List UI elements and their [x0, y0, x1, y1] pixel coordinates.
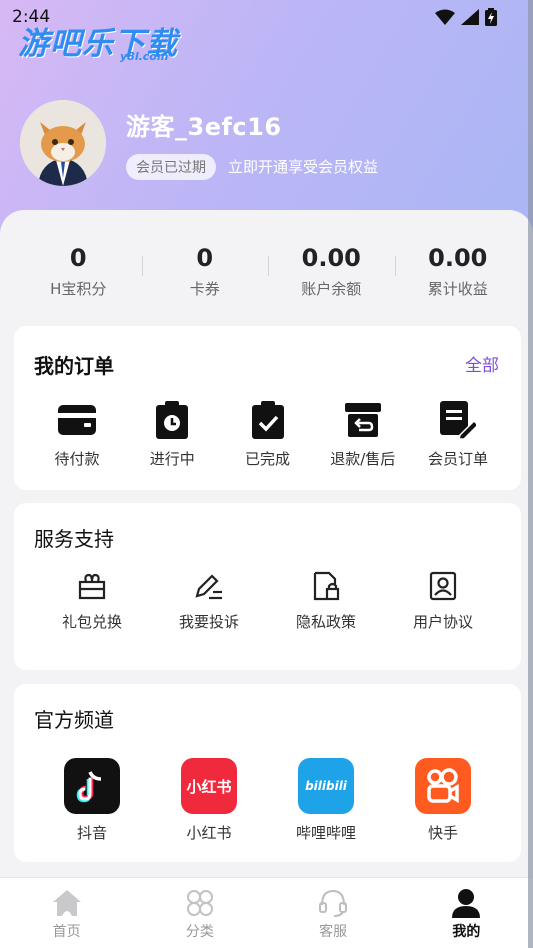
stat-value: 0: [69, 244, 87, 272]
service-complaint[interactable]: 我要投诉: [151, 569, 267, 632]
stat-balance[interactable]: 0.00 账户余额: [268, 240, 395, 310]
service-label: 隐私政策: [295, 613, 356, 631]
privacy-lock-icon: [313, 571, 340, 601]
document-edit-icon: [440, 401, 476, 439]
clipboard-clock-icon: [156, 401, 189, 439]
services-title: 服务支持: [34, 527, 114, 551]
douyin-icon: [64, 758, 120, 814]
xiaohongshu-icon: 小红书: [181, 758, 237, 814]
orders-view-all-link[interactable]: 全部: [465, 351, 499, 376]
channels-card: 官方频道 抖音 小红书 小红书 bilibili 哔哩哔哩 快手: [14, 684, 521, 862]
status-icons: [435, 8, 497, 26]
stat-value: 0: [196, 244, 214, 272]
vip-open-link[interactable]: 立即开通享受会员权益: [228, 156, 378, 177]
orders-card: 我的订单 全部 待付款 进行中 已完成 退款/售后 会员订单: [14, 326, 521, 490]
channel-kuaishou[interactable]: 快手: [385, 758, 501, 843]
stat-label: H宝积分: [50, 280, 107, 298]
stat-value: 0.00: [301, 244, 361, 272]
orders-title: 我的订单: [34, 354, 114, 378]
user-agreement-icon: [429, 571, 457, 601]
bottom-navigation: 首页 分类 客服 我的: [0, 877, 533, 948]
services-card: 服务支持 礼包兑换 我要投诉 隐私政策 用户协议: [14, 503, 521, 670]
nav-mine[interactable]: 我的: [400, 878, 533, 948]
scroll-edge: [528, 0, 533, 948]
order-pending-payment[interactable]: 待付款: [36, 400, 118, 469]
channel-label: 哔哩哔哩: [295, 824, 356, 842]
order-label: 会员订单: [427, 450, 488, 468]
home-icon: [52, 890, 81, 916]
order-label: 退款/售后: [330, 450, 396, 468]
stat-earnings[interactable]: 0.00 累计收益: [394, 240, 522, 310]
service-gift-redeem[interactable]: 礼包兑换: [34, 569, 150, 632]
profile-section[interactable]: 游客_3efc16 会员已过期 立即开通享受会员权益: [20, 100, 510, 186]
wallet-icon: [58, 405, 96, 435]
profile-icon: [452, 889, 481, 918]
bilibili-icon: bilibili: [298, 758, 354, 814]
wifi-icon: [435, 9, 455, 25]
order-refund-aftersale[interactable]: 退款/售后: [322, 400, 404, 469]
stat-label: 账户余额: [301, 280, 362, 298]
channel-label: 抖音: [76, 824, 107, 842]
service-user-agreement[interactable]: 用户协议: [385, 569, 501, 632]
channel-label: 小红书: [186, 824, 232, 842]
clipboard-check-icon: [251, 401, 284, 439]
order-label: 已完成: [244, 450, 290, 468]
service-label: 礼包兑换: [61, 613, 122, 631]
pen-icon: [195, 574, 222, 600]
service-label: 用户协议: [412, 613, 473, 631]
channel-label: 快手: [427, 824, 458, 842]
kuaishou-icon: [415, 758, 471, 814]
headset-icon: [319, 889, 348, 917]
nav-label: 客服: [319, 924, 348, 940]
order-label: 待付款: [54, 450, 100, 468]
stat-label: 卡券: [189, 280, 220, 298]
order-in-progress[interactable]: 进行中: [131, 400, 213, 469]
username: 游客_3efc16: [126, 112, 282, 141]
channel-xiaohongshu[interactable]: 小红书 小红书: [151, 758, 267, 843]
vip-status-badge: 会员已过期: [126, 153, 216, 180]
service-privacy-policy[interactable]: 隐私政策: [268, 569, 384, 632]
order-membership[interactable]: 会员订单: [417, 400, 499, 469]
nav-category[interactable]: 分类: [133, 878, 266, 948]
order-label: 进行中: [149, 450, 195, 468]
category-icon: [186, 890, 213, 916]
nav-home[interactable]: 首页: [0, 878, 133, 948]
nav-label: 我的: [452, 924, 481, 940]
stat-value: 0.00: [428, 244, 488, 272]
stats-row: 0 H宝积分 0 卡券 0.00 账户余额 0.00 累计收益: [15, 240, 521, 310]
watermark-domain: y8l.com: [120, 50, 169, 63]
channel-bilibili[interactable]: bilibili 哔哩哔哩: [268, 758, 384, 843]
stat-label: 累计收益: [427, 280, 488, 298]
nav-label: 分类: [185, 924, 214, 940]
nav-label: 首页: [52, 924, 81, 940]
stat-coupons[interactable]: 0 卡券: [141, 240, 269, 310]
signal-icon: [461, 9, 479, 25]
stat-points[interactable]: 0 H宝积分: [15, 240, 142, 310]
channels-title: 官方频道: [34, 708, 114, 732]
nav-customer-service[interactable]: 客服: [267, 878, 400, 948]
channel-douyin[interactable]: 抖音: [34, 758, 150, 843]
service-label: 我要投诉: [178, 613, 239, 631]
battery-icon: [485, 8, 497, 26]
avatar[interactable]: [20, 100, 106, 186]
return-box-icon: [344, 403, 381, 437]
gift-icon: [78, 573, 106, 600]
order-completed[interactable]: 已完成: [227, 400, 309, 469]
